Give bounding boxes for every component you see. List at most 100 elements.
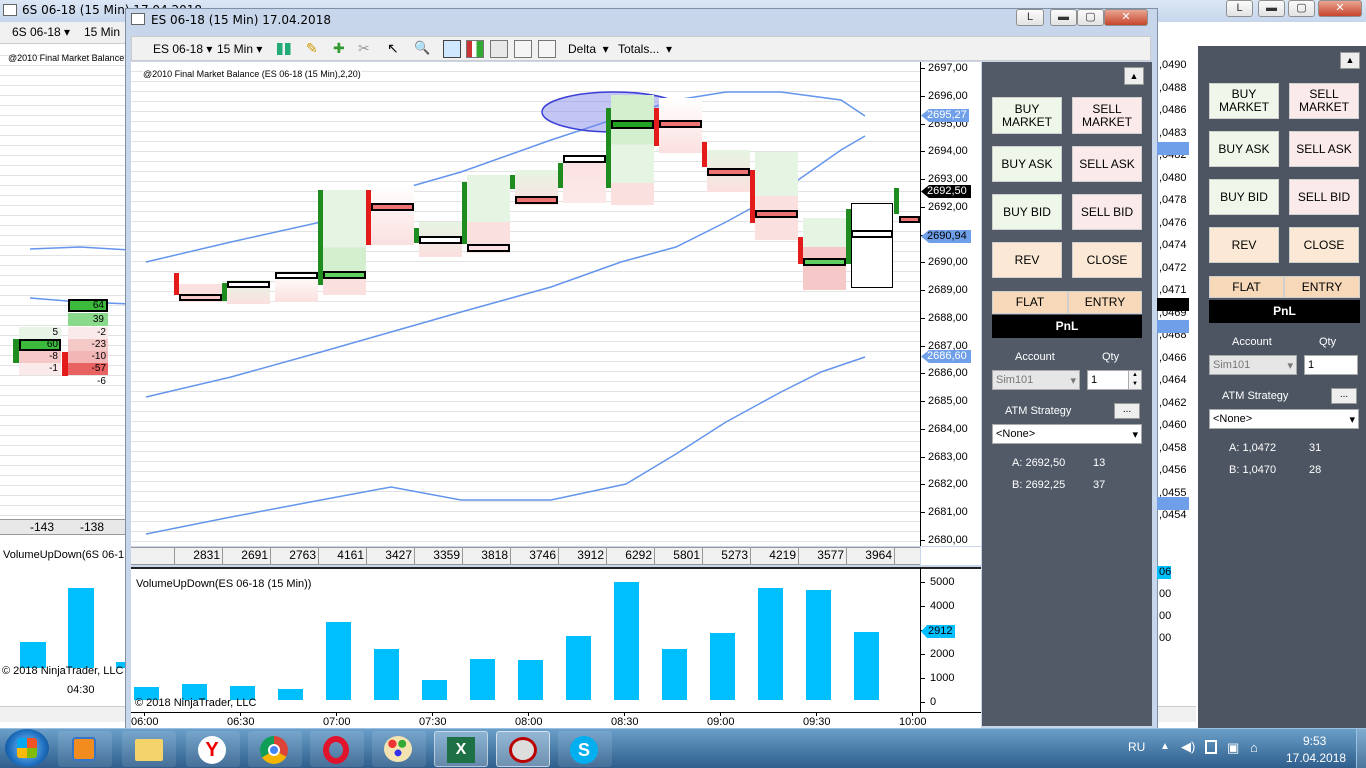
taskbar-skype-icon[interactable]: S (558, 731, 612, 767)
add-indicator-icon[interactable]: ✚ (333, 40, 351, 58)
buy-ask-button[interactable]: BUY ASK (992, 146, 1062, 182)
rev-button[interactable]: REV (992, 242, 1062, 278)
pointer-icon[interactable]: ↖ (387, 40, 405, 58)
right-account-select[interactable]: Sim101 ▾ (1209, 355, 1297, 375)
bg-instrument-selector[interactable]: 6S 06-18 ▾ (12, 25, 70, 39)
right-buy-bid-button[interactable]: BUY BID (1209, 179, 1279, 215)
bg-copyright: © 2018 NinjaTrader, LLC (2, 665, 124, 677)
bg-delta-left: -8 (49, 351, 58, 362)
price-axis-tick (921, 179, 925, 180)
bg-interval-selector[interactable]: 15 Min (84, 25, 120, 39)
clock-time[interactable]: 9:53 (1303, 734, 1326, 748)
volume-axis-label: 1000 (930, 672, 955, 684)
main-close-button[interactable]: ✕ (1104, 9, 1148, 26)
buy-bid-button[interactable]: BUY BID (992, 194, 1062, 230)
taskbar-explorer-icon[interactable] (122, 731, 176, 767)
right-atm-select[interactable]: <None> ▾ (1209, 409, 1359, 429)
taskbar-yandex-icon[interactable]: Y (186, 731, 240, 767)
instrument-selector[interactable]: ES 06-18 ▾ (153, 39, 212, 59)
sell-ask-button[interactable]: SELL ASK (1072, 146, 1142, 182)
buy-market-button[interactable]: BUY MARKET (992, 97, 1062, 134)
atm-strategy-button[interactable]: ... (1114, 403, 1140, 419)
bg-maximize-button[interactable]: ▢ (1288, 0, 1315, 17)
chart-style-icon[interactable] (443, 40, 461, 58)
price-axis-tick (921, 95, 925, 97)
right-atm-button[interactable]: ... (1331, 388, 1357, 404)
time-axis-label: 10:00 (899, 716, 927, 728)
tray-app-icon[interactable]: ▣ (1227, 740, 1239, 756)
volume-icon[interactable]: ◀) (1181, 739, 1195, 755)
bg-l-button[interactable]: L (1226, 0, 1253, 17)
bg-price-label: ,0460 (1159, 419, 1187, 431)
price-axis-label: 2686,00 (928, 367, 968, 380)
main-l-button[interactable]: L (1016, 9, 1044, 26)
remove-icon[interactable]: ✂ (358, 40, 376, 58)
tray-arrow-icon[interactable]: ▲ (1160, 741, 1170, 752)
bars-icon[interactable] (466, 40, 484, 58)
right-sell-ask-button[interactable]: SELL ASK (1289, 131, 1359, 167)
right-rev-button[interactable]: REV (1209, 227, 1279, 263)
price-axis-label: 2688,00 (928, 311, 968, 324)
time-axis-label: 09:30 (803, 716, 831, 728)
bg-price-label: ,0486 (1159, 104, 1187, 116)
right-qty-input[interactable]: 1 (1304, 355, 1358, 375)
taskbar-opera-icon[interactable] (310, 731, 364, 767)
price-axis-label: 2689,00 (928, 284, 968, 296)
interval-selector[interactable]: 15 Min ▾ (217, 39, 262, 59)
time-axis (131, 712, 981, 728)
current-bar-red-marker (899, 216, 920, 223)
qty-stepper[interactable]: ▲ ▼ (1128, 371, 1141, 389)
time-axis-label: 07:30 (419, 716, 447, 728)
delta-dropdown[interactable]: Delta ▾ (568, 39, 609, 59)
taskbar-excel-icon[interactable]: X (434, 731, 488, 767)
zoom-icon[interactable]: 🔍 (414, 40, 432, 58)
network-icon[interactable] (1205, 740, 1217, 754)
sell-bid-button[interactable]: SELL BID (1072, 194, 1142, 230)
data-box-icon[interactable] (490, 40, 508, 58)
pnl-label: PnL (992, 315, 1142, 338)
right-scroll-up[interactable]: ▲ (1340, 52, 1360, 69)
volume-axis (920, 567, 981, 712)
clock-date[interactable]: 17.04.2018 (1286, 751, 1346, 765)
totals-dropdown[interactable]: Totals... ▾ (618, 39, 672, 59)
right-buy-market-button[interactable]: BUY MARKET (1209, 83, 1279, 119)
price-axis-tick (921, 512, 925, 513)
language-indicator[interactable]: RU (1128, 740, 1145, 754)
right-sell-bid-button[interactable]: SELL BID (1289, 179, 1359, 215)
price-axis-label: 2694,00 (928, 145, 968, 158)
right-close-button[interactable]: CLOSE (1289, 227, 1359, 263)
bg-close-button[interactable]: ✕ (1318, 0, 1362, 17)
bg-bands (29, 246, 130, 305)
show-desktop-button[interactable] (1356, 729, 1366, 768)
price-axis-tick (921, 151, 925, 153)
account-select[interactable]: Sim101 ▾ (992, 370, 1080, 390)
bg-delta-right: -2 (97, 327, 106, 338)
main-maximize-button[interactable]: ▢ (1077, 9, 1104, 26)
bg-price-label: ,0478 (1159, 194, 1187, 206)
taskbar-ninjatrader-icon[interactable] (496, 731, 550, 767)
volume-bar (374, 648, 399, 700)
right-sell-market-button[interactable]: SELL MARKET (1289, 83, 1359, 119)
low-band-marker: 2686,60 (921, 350, 971, 363)
taskbar-chrome-icon[interactable] (248, 731, 302, 767)
atm-strategy-select[interactable]: <None> ▾ (992, 424, 1142, 444)
bar-type-icon[interactable] (277, 43, 295, 55)
total-value: 3964 (865, 548, 892, 562)
bg-volume-label: 06 (1159, 566, 1172, 578)
panel-collapse-button[interactable]: ▲ (1124, 67, 1144, 85)
poc-box (563, 155, 606, 163)
template-icon[interactable] (538, 40, 556, 58)
tray-app-icon[interactable]: ⌂ (1250, 740, 1258, 755)
bg-indicator-label: @2010 Final Market Balance (8, 53, 125, 63)
price-bands (145, 91, 866, 535)
taskbar-media-player-icon[interactable] (58, 731, 112, 767)
properties-icon[interactable] (514, 40, 532, 58)
right-buy-ask-button[interactable]: BUY ASK (1209, 131, 1279, 167)
draw-pencil-icon[interactable]: ✎ (306, 40, 324, 58)
main-minimize-button[interactable]: ▬ (1050, 9, 1077, 26)
sell-market-button[interactable]: SELL MARKET (1072, 97, 1142, 134)
last-price-marker: 2692,50 (921, 185, 971, 198)
bg-minimize-button[interactable]: ▬ (1258, 0, 1285, 17)
taskbar-paint-icon[interactable] (372, 731, 426, 767)
close-position-button[interactable]: CLOSE (1072, 242, 1142, 278)
